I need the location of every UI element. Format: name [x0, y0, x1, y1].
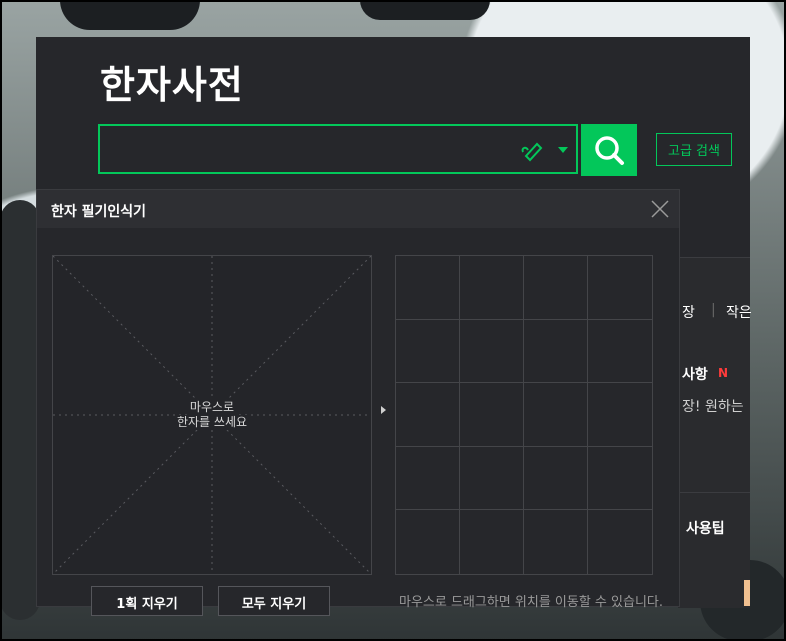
candidate-cell[interactable] — [588, 510, 652, 574]
menu-item[interactable]: 장 — [682, 302, 695, 322]
candidate-cell[interactable] — [588, 383, 652, 447]
candidate-grid — [395, 255, 653, 575]
advanced-search-button[interactable]: 고급 검색 — [656, 133, 732, 166]
candidate-cell[interactable] — [588, 447, 652, 511]
menu-divider: | — [711, 302, 716, 318]
candidate-cell[interactable] — [460, 319, 524, 384]
undo-stroke-button[interactable]: 1획 지우기 — [91, 586, 203, 616]
search-box — [98, 124, 578, 174]
search-icon — [595, 136, 624, 165]
thumbnail-edge — [744, 580, 750, 606]
canvas-hint-line1: 마우스로 — [187, 400, 237, 415]
candidate-cell[interactable] — [396, 319, 460, 384]
candidate-cell[interactable] — [460, 446, 524, 511]
handwriting-recognizer-dialog: 한자 필기인식기 마우스로 한자를 쓰세요 1획 지우기 모두 지우기 마우스로… — [36, 189, 680, 616]
drag-hint: 마우스로 드래그하면 위치를 이동할 수 있습니다. — [399, 595, 663, 610]
handwriting-canvas[interactable]: 마우스로 한자를 쓰세요 — [52, 255, 372, 575]
candidate-cell[interactable] — [460, 383, 524, 447]
candidate-cell[interactable] — [396, 510, 460, 574]
notice-text[interactable]: 장! 원하는 — [682, 396, 744, 416]
candidate-cell[interactable] — [524, 319, 588, 384]
canvas-hint-line2: 한자를 쓰세요 — [174, 415, 250, 430]
chevron-down-icon[interactable] — [558, 147, 568, 153]
clear-all-button[interactable]: 모두 지우기 — [218, 586, 330, 616]
candidate-cell[interactable] — [460, 510, 524, 574]
handwriting-pen-icon[interactable] — [520, 138, 546, 162]
chevron-right-icon — [381, 406, 386, 414]
dialog-header: 한자 필기인식기 — [37, 190, 679, 228]
close-icon[interactable] — [649, 198, 671, 220]
candidate-cell[interactable] — [524, 446, 588, 511]
candidate-cell[interactable] — [588, 256, 652, 320]
candidate-cell[interactable] — [460, 256, 524, 320]
page-title: 한자사전 — [100, 63, 244, 107]
search-input[interactable] — [100, 126, 514, 174]
notice-title[interactable]: 사항 — [682, 364, 708, 384]
tip-title[interactable]: 사용팁 — [686, 518, 725, 538]
right-content-area: 장 | 작은 사항 N 장! 원하는 사용팁 — [678, 257, 752, 608]
candidate-cell[interactable] — [524, 256, 588, 320]
candidate-cell[interactable] — [524, 383, 588, 447]
candidate-cell[interactable] — [396, 446, 460, 511]
candidate-cell[interactable] — [396, 256, 460, 320]
candidate-cell[interactable] — [396, 383, 460, 447]
candidate-cell[interactable] — [524, 510, 588, 574]
canvas-hint: 마우스로 한자를 쓰세요 — [53, 400, 371, 430]
menu-item[interactable]: 작은 — [726, 302, 752, 322]
dialog-title: 한자 필기인식기 — [51, 204, 147, 220]
search-button[interactable] — [581, 124, 637, 176]
new-badge: N — [718, 366, 729, 380]
candidate-cell[interactable] — [588, 320, 652, 384]
divider — [678, 492, 750, 493]
